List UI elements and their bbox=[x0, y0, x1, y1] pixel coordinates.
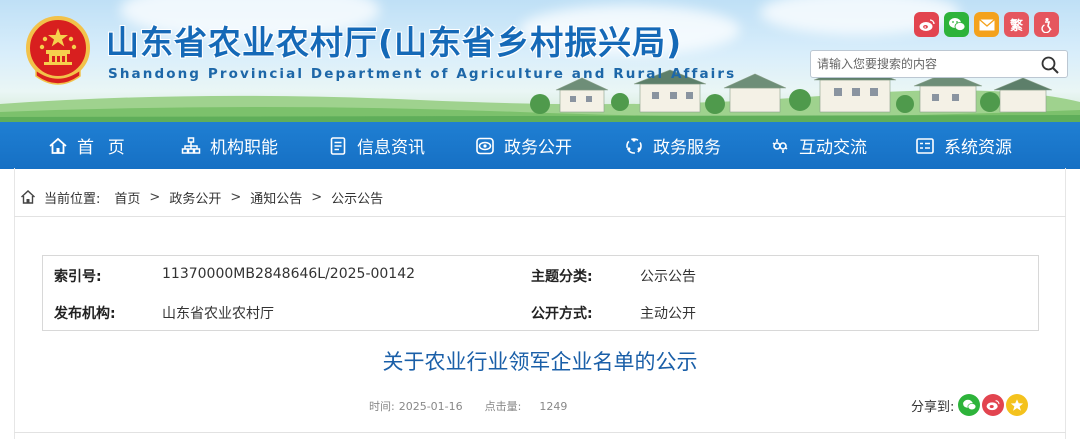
wechat-icon[interactable] bbox=[944, 12, 969, 37]
index-label: 索引号: bbox=[54, 269, 102, 285]
publish-date: 2025-01-16 bbox=[398, 400, 463, 413]
search-icon[interactable] bbox=[1041, 56, 1059, 74]
breadcrumb-prefix: 当前位置: bbox=[44, 191, 101, 207]
breadcrumb-separator: > bbox=[311, 189, 323, 205]
traditional-chinese-icon[interactable]: 繁 bbox=[1004, 12, 1029, 37]
share-label: 分享到: bbox=[911, 399, 955, 415]
nav-item-interaction[interactable]: 互动交流 bbox=[770, 122, 867, 169]
breadcrumb-link-notices[interactable]: 通知公告 bbox=[250, 188, 302, 207]
content-border-right bbox=[1065, 168, 1066, 439]
nav-item-label: 系统资源 bbox=[944, 138, 1012, 158]
article-title: 关于农业行业领军企业名单的公示 bbox=[382, 350, 698, 374]
nav-item-label: 互动交流 bbox=[799, 138, 867, 158]
site-title: 山东省农业农村厅(山东省乡村振兴局) bbox=[106, 23, 683, 62]
content-border-left bbox=[14, 168, 15, 439]
topic-label: 主题分类: bbox=[531, 269, 593, 285]
weibo-icon[interactable] bbox=[914, 12, 939, 37]
document-icon bbox=[330, 136, 346, 155]
breadcrumb-link-public-affairs[interactable]: 政务公开 bbox=[169, 188, 221, 207]
site-header: 山东省农业农村厅(山东省乡村振兴局) Shandong Provincial D… bbox=[0, 0, 1080, 122]
mode-value: 主动公开 bbox=[640, 306, 696, 322]
divider bbox=[14, 216, 1066, 217]
click-count: 1249 bbox=[539, 400, 568, 413]
publisher-label: 发布机构: bbox=[54, 306, 116, 322]
org-icon bbox=[181, 136, 201, 154]
time-label: 时间: bbox=[369, 400, 395, 413]
accessibility-icon[interactable] bbox=[1034, 12, 1059, 37]
system-icon bbox=[916, 137, 934, 154]
nav-item-news[interactable]: 信息资讯 bbox=[328, 122, 425, 169]
publisher-value: 山东省农业农村厅 bbox=[162, 306, 274, 322]
nav-item-label: 首 页 bbox=[77, 138, 126, 158]
share-qzone-icon[interactable] bbox=[1006, 394, 1029, 416]
breadcrumb-separator: > bbox=[149, 189, 161, 205]
breadcrumb: 当前位置: 首页 > 政务公开 > 通知公告 > 公示公告 bbox=[20, 186, 383, 208]
topic-value: 公示公告 bbox=[640, 269, 696, 285]
national-emblem-logo bbox=[26, 16, 90, 85]
nav-item-services[interactable]: 政务服务 bbox=[624, 122, 721, 169]
nav-item-org[interactable]: 机构职能 bbox=[181, 122, 278, 169]
home-icon bbox=[21, 190, 35, 204]
metadata-table: 索引号: 11370000MB2848646L/2025-00142 主题分类:… bbox=[42, 255, 1039, 331]
search-box bbox=[810, 50, 1068, 78]
site-subtitle-en: Shandong Provincial Department of Agricu… bbox=[108, 66, 737, 82]
eye-icon bbox=[476, 137, 494, 154]
mode-label: 公开方式: bbox=[531, 306, 593, 322]
share-weibo-icon[interactable] bbox=[982, 394, 1005, 416]
breadcrumb-link-home[interactable]: 首页 bbox=[114, 188, 140, 207]
mail-icon[interactable] bbox=[974, 12, 999, 37]
share-bar: 分享到: bbox=[911, 394, 1029, 416]
nav-item-system[interactable]: 系统资源 bbox=[915, 122, 1012, 169]
nav-item-home[interactable]: 首 页 bbox=[48, 122, 126, 169]
nav-item-label: 机构职能 bbox=[210, 138, 278, 158]
clicks-label: 点击量: bbox=[484, 400, 522, 413]
divider bbox=[14, 432, 1066, 433]
nav-item-label: 信息资讯 bbox=[357, 138, 425, 158]
main-nav: 首 页 机构职能 信息资讯 政务公开 政务服务 互动交流 系统资源 bbox=[0, 122, 1080, 169]
social-links: 繁 bbox=[914, 12, 1059, 37]
chat-icon bbox=[772, 138, 788, 153]
breadcrumb-separator: > bbox=[230, 189, 242, 205]
nav-item-label: 政务公开 bbox=[504, 138, 572, 158]
breadcrumb-link-announcements[interactable]: 公示公告 bbox=[331, 188, 383, 207]
nav-item-label: 政务服务 bbox=[653, 138, 721, 158]
article-info: 时间: 2025-01-16 点击量: 1249 bbox=[369, 398, 571, 414]
share-wechat-icon[interactable] bbox=[958, 394, 981, 416]
nav-item-public-affairs[interactable]: 政务公开 bbox=[475, 122, 572, 169]
index-value: 11370000MB2848646L/2025-00142 bbox=[162, 266, 416, 282]
search-input[interactable] bbox=[817, 54, 1037, 74]
home-icon bbox=[49, 137, 67, 154]
service-icon bbox=[626, 137, 642, 154]
